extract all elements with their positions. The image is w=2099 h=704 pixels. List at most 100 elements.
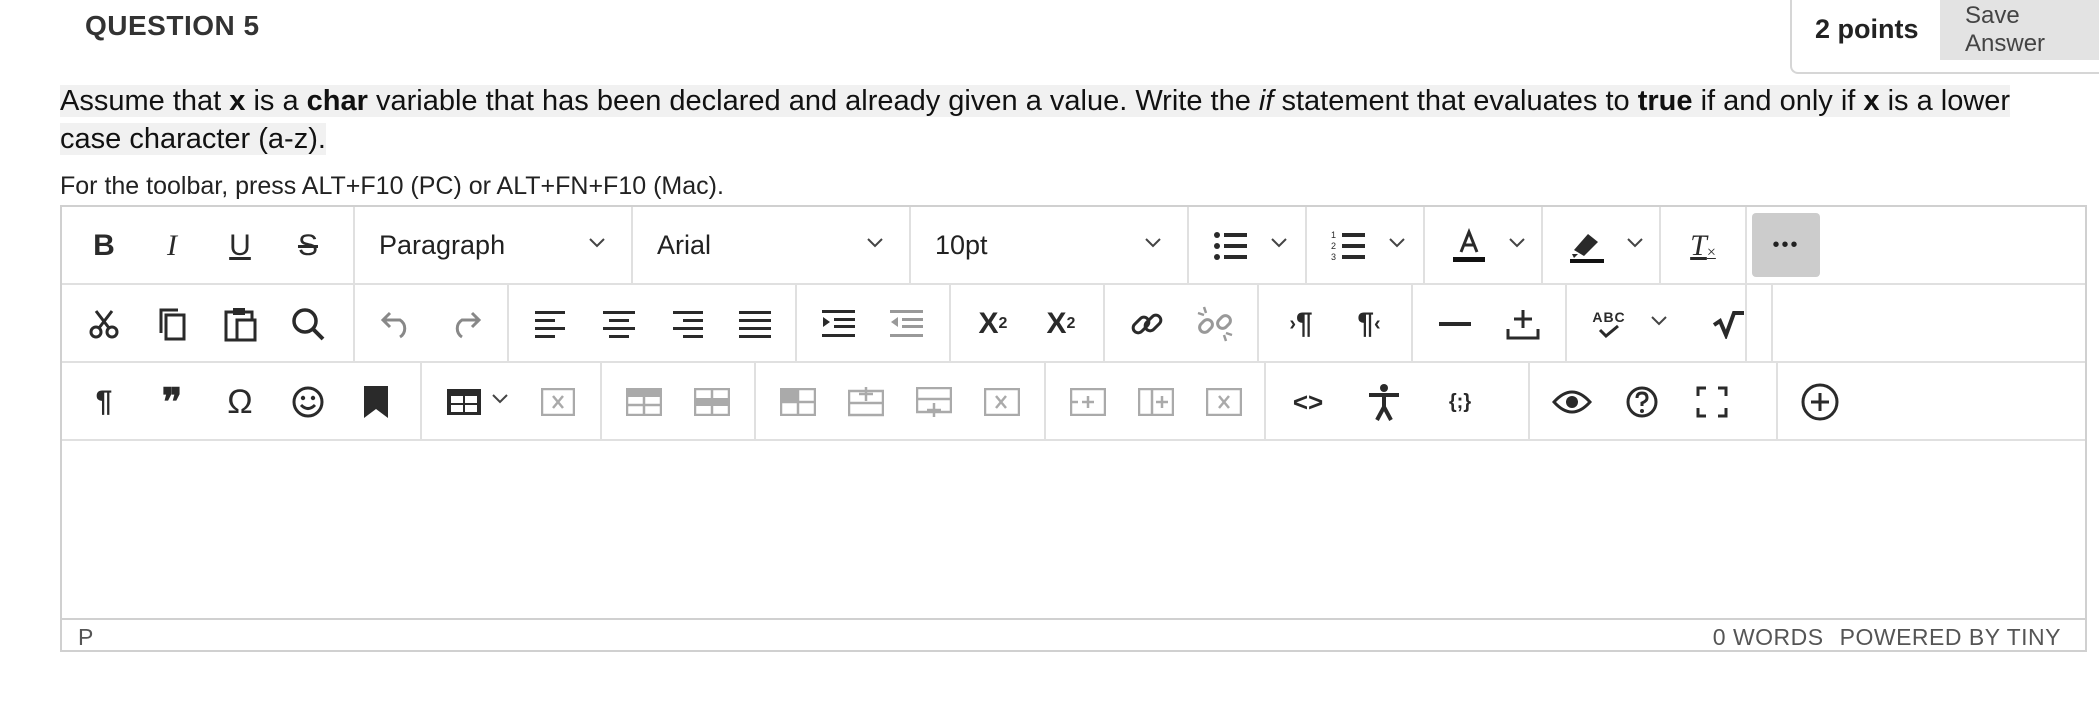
search-icon[interactable] xyxy=(286,302,330,346)
block-format-dropdown[interactable]: Paragraph xyxy=(355,207,633,283)
question-title: QUESTION 5 xyxy=(85,10,260,41)
bookmark-icon[interactable] xyxy=(354,380,398,424)
word-count[interactable]: 0 WORDS xyxy=(1713,624,1824,650)
align-left-icon[interactable] xyxy=(529,302,573,346)
math-group xyxy=(1687,285,1773,361)
bullet-list-split-button[interactable] xyxy=(1189,207,1307,283)
font-family-value: Arial xyxy=(657,229,712,260)
ltr-button[interactable]: › ¶ xyxy=(1279,302,1323,346)
subscript-button[interactable]: X2 xyxy=(1039,302,1083,346)
table-insert-row-before-icon[interactable] xyxy=(776,380,820,424)
numbered-list-icon[interactable]: 123 xyxy=(1327,224,1371,268)
add-content-plus-icon[interactable] xyxy=(1798,380,1842,424)
table-delete-col-icon[interactable] xyxy=(1202,380,1246,424)
square-root-icon[interactable] xyxy=(1707,302,1751,346)
accessibility-icon[interactable] xyxy=(1362,380,1406,424)
text-color-icon[interactable] xyxy=(1447,224,1491,268)
paragraph-mark-button[interactable]: ¶ xyxy=(82,380,126,424)
history-group xyxy=(355,285,509,361)
table-icon[interactable] xyxy=(442,380,486,424)
svg-text:3: 3 xyxy=(1331,252,1336,262)
paste-icon[interactable] xyxy=(218,302,262,346)
preview-eye-icon[interactable] xyxy=(1550,380,1594,424)
table-insert-col-after-icon[interactable] xyxy=(1134,380,1178,424)
alignment-group xyxy=(509,285,797,361)
source-code-button[interactable]: <> xyxy=(1286,380,1330,424)
table-insert-row-below-icon[interactable] xyxy=(912,380,956,424)
indent-group xyxy=(797,285,951,361)
text-style-group: B I U S xyxy=(62,207,355,283)
strikethrough-button[interactable]: S xyxy=(286,224,330,268)
unlink-icon[interactable] xyxy=(1193,302,1237,346)
link-icon[interactable] xyxy=(1125,302,1169,346)
fullscreen-icon[interactable] xyxy=(1690,380,1734,424)
special-insert-group: ¶ ❞ Ω xyxy=(62,363,422,439)
copy-icon[interactable] xyxy=(150,302,194,346)
undo-icon[interactable] xyxy=(375,302,419,346)
link-group xyxy=(1105,285,1259,361)
clear-formatting-button[interactable]: T × xyxy=(1681,224,1725,268)
svg-text:2: 2 xyxy=(1331,241,1336,251)
delete-table-icon[interactable] xyxy=(536,380,580,424)
chevron-down-icon[interactable] xyxy=(1269,233,1289,253)
numbered-list-split-button[interactable]: 123 xyxy=(1307,207,1425,283)
table-insert-col-before-icon[interactable] xyxy=(1066,380,1110,424)
chevron-down-icon[interactable] xyxy=(1387,233,1407,253)
font-family-dropdown[interactable]: Arial xyxy=(633,207,911,283)
editor-status-bar: P 0 WORDS POWERED BY TINY xyxy=(62,618,2085,652)
help-icon[interactable] xyxy=(1620,380,1664,424)
cut-icon[interactable] xyxy=(82,302,126,346)
blockquote-button[interactable]: ❞ xyxy=(150,380,194,424)
align-center-icon[interactable] xyxy=(597,302,641,346)
direction-group: › ¶ ¶ ‹ xyxy=(1259,285,1413,361)
script-group: X2 X2 xyxy=(951,285,1105,361)
powered-by-link[interactable]: POWERED BY TINY xyxy=(1840,624,2061,650)
save-answer-button[interactable]: Save Answer xyxy=(1940,0,2099,60)
redo-icon[interactable] xyxy=(443,302,487,346)
bullet-list-icon[interactable] xyxy=(1209,224,1253,268)
font-size-value: 10pt xyxy=(935,229,988,260)
table-insert-row-after-icon[interactable] xyxy=(844,380,888,424)
underline-button[interactable]: U xyxy=(218,224,262,268)
chevron-down-icon[interactable] xyxy=(1507,233,1527,253)
font-size-dropdown[interactable]: 10pt xyxy=(911,207,1189,283)
chevron-down-icon xyxy=(589,238,605,248)
code-group: <> {;} xyxy=(1266,363,1530,439)
table-row-group xyxy=(756,363,1046,439)
rtl-button[interactable]: ¶ ‹ xyxy=(1347,302,1391,346)
status-right: 0 WORDS POWERED BY TINY xyxy=(1713,624,2061,651)
more-icon: ••• xyxy=(1772,233,1800,256)
chevron-down-icon[interactable] xyxy=(1625,233,1645,253)
question-text: Assume that x is a char variable that ha… xyxy=(60,85,2011,155)
editor-content-area[interactable] xyxy=(62,441,2085,618)
indent-icon[interactable] xyxy=(817,302,861,346)
view-group xyxy=(1530,363,1778,439)
more-options-button[interactable]: ••• xyxy=(1752,213,1820,277)
special-character-button[interactable]: Ω xyxy=(218,380,262,424)
align-justify-icon[interactable] xyxy=(733,302,777,346)
align-right-icon[interactable] xyxy=(665,302,709,346)
table-row-props-icon[interactable] xyxy=(622,380,666,424)
highlight-color-split-button[interactable] xyxy=(1543,207,1661,283)
element-path[interactable]: P xyxy=(78,624,93,651)
outdent-icon[interactable] xyxy=(885,302,929,346)
table-delete-row-icon[interactable] xyxy=(980,380,1024,424)
chevron-down-icon[interactable] xyxy=(490,389,510,409)
horizontal-line-icon[interactable] xyxy=(1433,302,1477,346)
italic-button[interactable]: I xyxy=(150,224,194,268)
table-props-group xyxy=(602,363,756,439)
text-color-split-button[interactable] xyxy=(1425,207,1543,283)
rich-text-editor: B I U S Paragraph Arial 10pt 123 T × •••… xyxy=(60,205,2087,652)
spellcheck-icon[interactable]: ABC xyxy=(1587,302,1631,346)
svg-text:1: 1 xyxy=(1331,230,1336,240)
emoji-icon[interactable] xyxy=(286,380,330,424)
bold-button[interactable]: B xyxy=(82,224,126,268)
superscript-button[interactable]: X2 xyxy=(971,302,1015,346)
plus-minus-icon[interactable] xyxy=(1501,302,1545,346)
code-sample-button[interactable]: {;} xyxy=(1438,380,1482,424)
chevron-down-icon[interactable] xyxy=(1649,311,1669,331)
table-cell-props-icon[interactable] xyxy=(690,380,734,424)
toolbar-row-1: B I U S Paragraph Arial 10pt 123 T × ••• xyxy=(62,207,2085,285)
highlighter-icon[interactable] xyxy=(1565,224,1609,268)
toolbar-hint: For the toolbar, press ALT+F10 (PC) or A… xyxy=(60,172,724,200)
